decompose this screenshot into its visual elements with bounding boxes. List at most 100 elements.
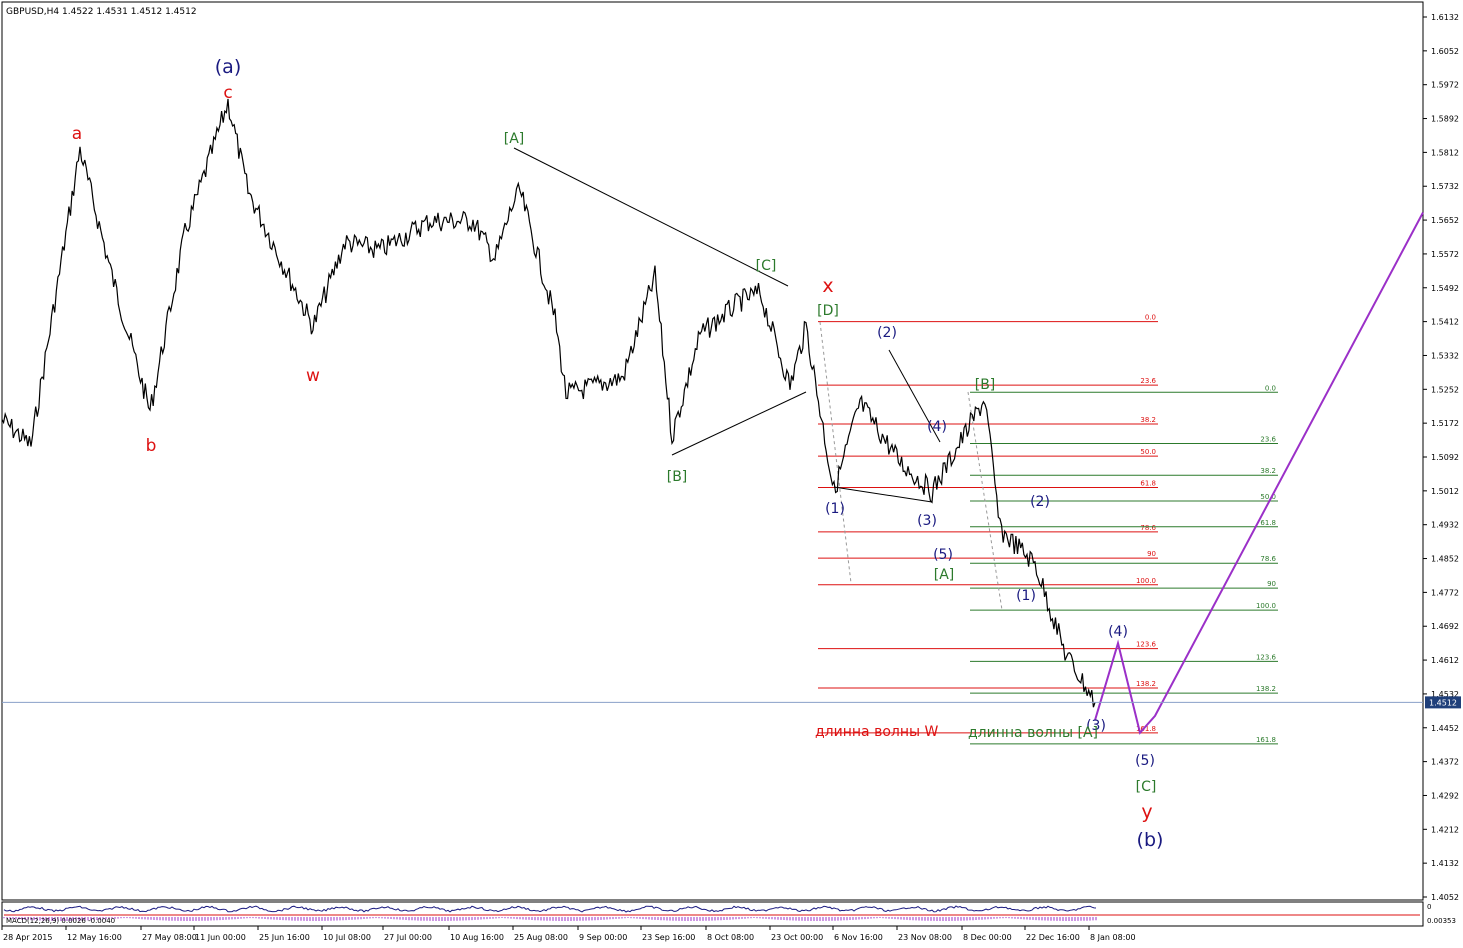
time-tick-label: 8 Oct 08:00 xyxy=(707,933,754,942)
price-tick-label: 1.4612 xyxy=(1431,656,1459,665)
wave-label-A-second: [A] xyxy=(934,567,955,583)
price-axis: 1.6132 1.6052 1.5972 1.5892 1.5812 1.5732 1.56… xyxy=(1423,13,1459,902)
fib-w-level-label: 61.8 xyxy=(1140,479,1156,487)
wave-label-c: c xyxy=(223,83,232,103)
triangle-lower-line xyxy=(671,391,807,456)
price-tick-label: 1.5012 xyxy=(1431,487,1459,496)
fib-w-level-label: 138.2 xyxy=(1136,680,1156,688)
price-tick-label: 1.4932 xyxy=(1431,521,1459,530)
fib-w-level-label: 0.0 xyxy=(1145,314,1156,322)
time-tick-label: 27 May 08:00 xyxy=(142,933,197,942)
price-tick-label: 1.5732 xyxy=(1431,182,1459,191)
time-tick-label: 12 May 16:00 xyxy=(67,933,122,942)
fib-a-level-label: 61.8 xyxy=(1260,519,1276,527)
wave-label-B: [B] xyxy=(667,469,688,485)
time-tick-label: 8 Jan 08:00 xyxy=(1090,933,1136,942)
fib-a-level-label: 23.6 xyxy=(1260,435,1276,443)
time-tick-label: 23 Oct 00:00 xyxy=(771,933,823,942)
fib-w-level-label: 38.2 xyxy=(1140,416,1156,424)
indicator-histogram xyxy=(3,917,1097,921)
price-tick-label: 1.4452 xyxy=(1431,724,1459,733)
time-tick-label: 23 Sep 16:00 xyxy=(642,933,695,942)
price-tick-label: 1.4772 xyxy=(1431,588,1459,597)
wave-label-y: y xyxy=(1141,801,1152,823)
time-tick-label: 10 Aug 16:00 xyxy=(450,933,504,942)
price-tick-label: 1.5972 xyxy=(1431,81,1459,90)
fib-w-caption: длинна волны W xyxy=(815,724,938,740)
time-tick-label: 22 Dec 16:00 xyxy=(1026,933,1080,942)
diagonal-line-1 xyxy=(833,486,933,503)
time-tick-label: 25 Aug 08:00 xyxy=(514,933,568,942)
wave-label-A: [A] xyxy=(504,131,525,147)
price-tick-label: 1.4852 xyxy=(1431,555,1459,564)
time-tick-label: 28 Apr 2015 xyxy=(3,933,52,942)
wave-label-x: x xyxy=(822,275,833,297)
time-tick-label: 27 Jul 00:00 xyxy=(384,933,432,942)
wave-label-4-second: (4) xyxy=(1108,624,1128,640)
wave-label-C-second: [C] xyxy=(1136,779,1157,795)
fibonacci-wave-a: 0.0 23.6 38.2 50.0 61.8 78.6 90 100.0 123.6 138.2… xyxy=(970,384,1278,745)
wave-label-a-navy: (a) xyxy=(215,56,241,78)
fib-a-level-label: 161.8 xyxy=(1256,736,1276,744)
wave-label-5-second: (5) xyxy=(1135,753,1155,769)
price-tick-label: 1.6132 xyxy=(1431,13,1459,22)
time-tick-label: 9 Sep 00:00 xyxy=(579,933,627,942)
trendlines xyxy=(513,147,1003,611)
symbol-header: GBPUSD,H4 1.4522 1.4531 1.4512 1.4512 xyxy=(6,7,197,17)
price-tick-label: 1.4212 xyxy=(1431,825,1459,834)
fib-a-level-label: 38.2 xyxy=(1260,467,1276,475)
indicator-axis-bottom: 0.00353 xyxy=(1427,917,1456,925)
indicator-label: MACD(12,26,9) 0.0026 -0.0040 xyxy=(6,917,115,925)
price-tick-label: 1.5412 xyxy=(1431,318,1459,327)
wave-label-C: [C] xyxy=(756,258,777,274)
price-tick-label: 1.5812 xyxy=(1431,148,1459,157)
indicator-frame xyxy=(1,901,1424,927)
price-tick-label: 1.5492 xyxy=(1431,284,1459,293)
fib-w-level-label: 123.6 xyxy=(1136,641,1157,649)
fib-a-level-label: 100.0 xyxy=(1256,602,1276,610)
wave-label-2-first: (2) xyxy=(877,325,897,341)
price-tick-label: 1.5652 xyxy=(1431,216,1459,225)
price-tick-label: 1.5252 xyxy=(1431,385,1459,394)
wave-label-3-first: (3) xyxy=(917,513,937,529)
price-tick-label: 1.5892 xyxy=(1431,115,1459,124)
price-tick-label: 1.5572 xyxy=(1431,250,1459,259)
wave-label-a: a xyxy=(72,124,82,144)
price-chart[interactable]: 1.6132 1.6052 1.5972 1.5892 1.5812 1.5732 1.56… xyxy=(0,0,1463,948)
time-axis: 28 Apr 2015 12 May 16:00 27 May 08:0011 Ju… xyxy=(1,926,1136,942)
price-tick-label: 1.5092 xyxy=(1431,453,1459,462)
wave-label-D: [D] xyxy=(817,303,839,319)
price-tick-label: 1.4692 xyxy=(1431,622,1459,631)
fib-w-level-label: 78.6 xyxy=(1140,524,1156,532)
wave-label-b: b xyxy=(146,436,157,456)
wave-label-b-navy: (b) xyxy=(1137,829,1164,851)
fib-a-level-label: 0.0 xyxy=(1265,384,1276,392)
time-tick-label: 11 Jun 00:00 xyxy=(195,933,246,942)
price-tick-label: 1.4132 xyxy=(1431,859,1459,868)
time-tick-label: 8 Dec 00:00 xyxy=(963,933,1012,942)
fib-a-level-label: 138.2 xyxy=(1256,685,1276,693)
fib-w-level-label: 100.0 xyxy=(1136,577,1156,585)
fib-w-level-label: 50.0 xyxy=(1140,448,1156,456)
price-series-line xyxy=(1,98,1096,708)
wave-label-4-first: (4) xyxy=(927,419,947,435)
fib-w-level-label: 90 xyxy=(1147,550,1156,558)
dashed-line-1 xyxy=(819,321,852,584)
wave-label-5-first: (5) xyxy=(933,547,953,563)
price-tick-label: 1.5332 xyxy=(1431,351,1459,360)
price-tick-label: 1.4292 xyxy=(1431,791,1459,800)
price-tick-label: 1.4052 xyxy=(1431,893,1459,902)
indicator-signal-line xyxy=(3,905,1097,913)
wave-label-1-second: (1) xyxy=(1016,588,1036,604)
price-tick-label: 1.4372 xyxy=(1431,758,1459,767)
fib-a-caption: длинна волны [A] xyxy=(968,725,1098,741)
fib-a-level-label: 90 xyxy=(1267,580,1276,588)
wave-label-B-second: [B] xyxy=(975,377,996,393)
time-tick-label: 6 Nov 16:00 xyxy=(834,933,883,942)
triangle-upper-line xyxy=(513,147,789,287)
wave-label-1-first: (1) xyxy=(825,501,845,517)
wave-label-2-second: (2) xyxy=(1030,494,1050,510)
current-price-label: 1.4512 xyxy=(1429,698,1457,707)
price-tick-label: 1.5172 xyxy=(1431,419,1459,428)
price-tick-label: 1.6052 xyxy=(1431,47,1459,56)
